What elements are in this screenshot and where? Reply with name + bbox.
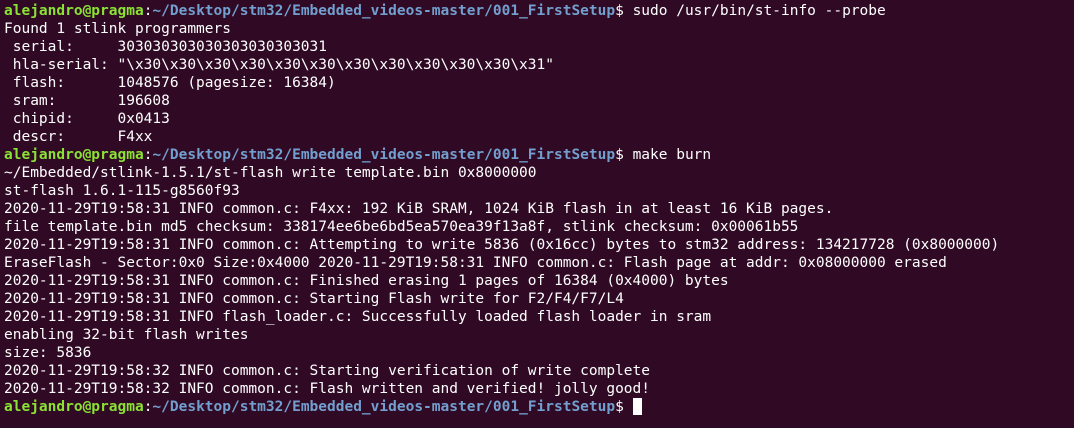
output-line: st-flash 1.6.1-115-g8560f93: [4, 183, 240, 199]
output-line: chipid: 0x0413: [4, 111, 170, 127]
prompt-user-host: alejandro@pragma: [4, 399, 144, 415]
prompt-path: ~/Desktop/stm32/Embedded_videos-master/0…: [152, 147, 616, 163]
output-line: ~/Embedded/stlink-1.5.1/st-flash write t…: [4, 165, 537, 181]
output-line: descr: F4xx: [4, 129, 153, 145]
prompt-line-probe: alejandro@pragma:~/Desktop/stm32/Embedde…: [4, 2, 1070, 20]
output-line: enabling 32-bit flash writes: [4, 327, 249, 343]
output-line: 2020-11-29T19:58:32 INFO common.c: Flash…: [4, 381, 651, 397]
output-line: 2020-11-29T19:58:31 INFO common.c: Attem…: [4, 237, 1000, 253]
prompt-symbol: $: [615, 147, 633, 163]
output-line: size: 5836: [4, 345, 92, 361]
prompt-path: ~/Desktop/stm32/Embedded_videos-master/0…: [152, 399, 616, 415]
output-line: EraseFlash - Sector:0x0 Size:0x4000 2020…: [4, 255, 947, 271]
output-line: 2020-11-29T19:58:31 INFO flash_loader.c:…: [4, 309, 712, 325]
output-line: 2020-11-29T19:58:31 INFO common.c: Start…: [4, 291, 624, 307]
output-line: 2020-11-29T19:58:32 INFO common.c: Start…: [4, 363, 651, 379]
prompt-line-burn: alejandro@pragma:~/Desktop/stm32/Embedde…: [4, 146, 1070, 164]
text-cursor: [632, 398, 642, 415]
command-burn: make burn: [632, 147, 712, 163]
output-line: sram: 196608: [4, 93, 170, 109]
output-line: flash: 1048576 (pagesize: 16384): [4, 75, 336, 91]
prompt-user-host: alejandro@pragma: [4, 3, 144, 19]
prompt-line-current[interactable]: alejandro@pragma:~/Desktop/stm32/Embedde…: [4, 398, 1070, 416]
output-line: file template.bin md5 checksum: 338174ee…: [4, 219, 799, 235]
output-line: hla-serial: "\x30\x30\x30\x30\x30\x30\x3…: [4, 57, 554, 73]
output-line: Found 1 stlink programmers: [4, 21, 231, 37]
output-line: 2020-11-29T19:58:31 INFO common.c: F4xx:…: [4, 201, 834, 217]
prompt-symbol: $: [615, 3, 633, 19]
output-line: serial: 303030303030303030303031: [4, 39, 328, 55]
output-line: 2020-11-29T19:58:31 INFO common.c: Finis…: [4, 273, 729, 289]
terminal-window[interactable]: alejandro@pragma:~/Desktop/stm32/Embedde…: [0, 0, 1074, 428]
prompt-symbol: $: [615, 399, 633, 415]
prompt-path: ~/Desktop/stm32/Embedded_videos-master/0…: [152, 3, 616, 19]
prompt-user-host: alejandro@pragma: [4, 147, 144, 163]
command-probe: sudo /usr/bin/st-info --probe: [632, 3, 886, 19]
